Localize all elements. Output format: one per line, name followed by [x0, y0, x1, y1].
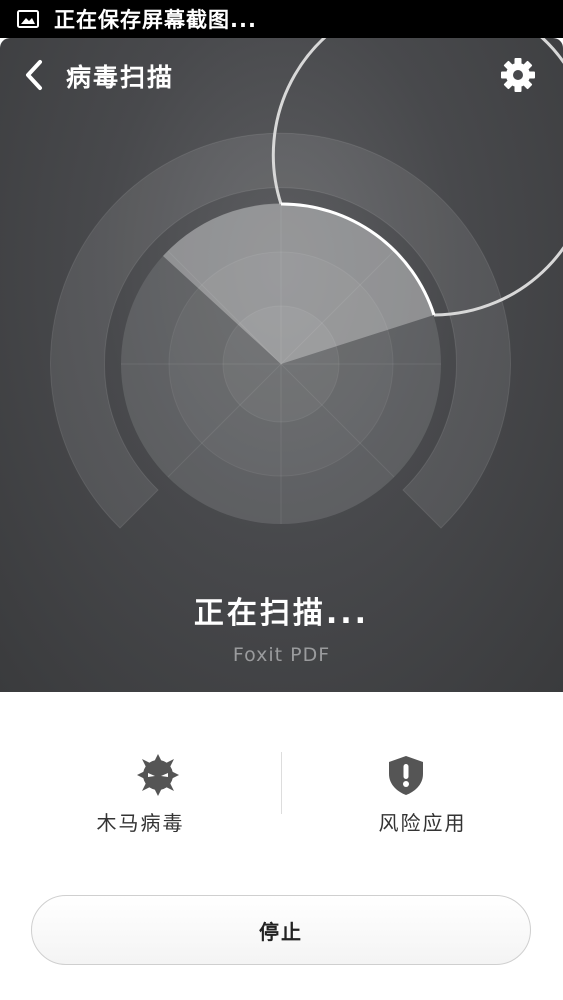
- category-divider: [281, 752, 282, 814]
- stop-button[interactable]: 停止: [31, 895, 531, 965]
- shield-alert-icon: [389, 756, 423, 795]
- scan-current-item: Foxit PDF: [232, 644, 331, 666]
- virus-bug-icon: [137, 754, 179, 796]
- category-label: 风险应用: [378, 811, 467, 835]
- scan-status-text: 正在扫描...: [193, 596, 370, 631]
- category-risky-apps[interactable]: 风险应用: [282, 692, 563, 872]
- scan-radar: [50, 38, 563, 529]
- scan-panel: 病毒扫描 正在扫描... Foxit PDF: [0, 38, 563, 692]
- category-label: 木马病毒: [96, 811, 185, 835]
- image-icon: [17, 10, 39, 28]
- category-trojan-virus[interactable]: 木马病毒: [0, 692, 281, 872]
- status-message: 正在保存屏幕截图...: [54, 8, 257, 32]
- status-bar: 正在保存屏幕截图...: [0, 0, 563, 38]
